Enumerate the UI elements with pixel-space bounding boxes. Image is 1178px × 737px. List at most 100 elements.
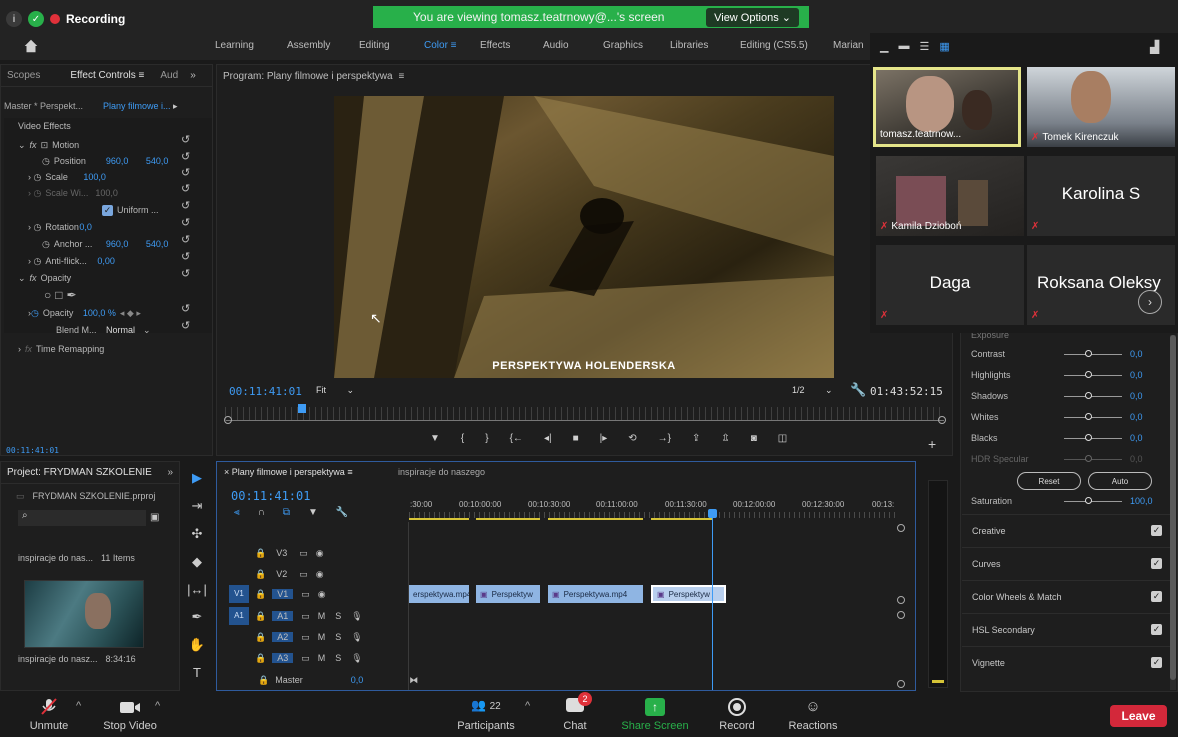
ec-blend-mode-row[interactable]: Blend M... Normal ⌄ <box>56 322 151 338</box>
razor-tool-icon[interactable]: ◆ <box>192 554 202 570</box>
track-v2[interactable]: 🔒 V2 ▭ ◉ <box>255 564 324 584</box>
tab-audio[interactable]: Aud <box>160 70 178 81</box>
track-v1[interactable]: 🔒 V1 ▭ ◉ <box>255 584 326 604</box>
track-a2[interactable]: 🔒 A2 ▭ M S 🎙 <box>255 627 363 647</box>
timeline-playhead[interactable] <box>708 509 717 518</box>
timeline-settings-icon[interactable]: 🔧 <box>336 507 348 518</box>
reactions-button[interactable]: ☺ Reactions <box>785 698 841 732</box>
participants-chevron-icon[interactable]: ^ <box>525 700 530 712</box>
go-to-out-icon[interactable]: →} <box>658 433 671 444</box>
saturation-knob[interactable] <box>1085 497 1092 504</box>
extract-icon[interactable]: ⇫ <box>721 433 729 444</box>
participant-tile[interactable]: ✗ Tomek Kirenczuk <box>1027 67 1175 147</box>
participants-button[interactable]: 👥 22 Participants <box>451 698 521 732</box>
stop-icon[interactable]: ■ <box>573 433 579 444</box>
slip-tool-icon[interactable]: |↔| <box>187 582 207 597</box>
source-v1-patch[interactable]: V1 <box>229 585 249 603</box>
share-screen-button[interactable]: ↑ Share Screen <box>617 698 693 732</box>
snap-icon[interactable]: ∩ <box>258 507 265 518</box>
ec-anchor-row[interactable]: ◷ Anchor ... 960,0 540,0 <box>42 236 168 252</box>
program-ruler[interactable] <box>225 407 943 421</box>
fit-dropdown[interactable]: Fit ⌄ <box>316 385 354 396</box>
home-icon[interactable] <box>22 37 40 55</box>
lumetri-section-hsl-secondary[interactable]: HSL Secondary ✓ <box>962 613 1172 645</box>
auto-button[interactable]: Auto <box>1088 472 1152 490</box>
stop-video-button[interactable]: Stop Video <box>98 698 162 732</box>
highlights-slider[interactable] <box>1064 375 1122 376</box>
contrast-knob[interactable] <box>1085 350 1092 357</box>
track-a1[interactable]: 🔒 A1 ▭ M S 🎙 <box>255 606 363 626</box>
timeline-clip[interactable]: ▣ Perspektyw <box>476 585 540 603</box>
lumetri-section-creative[interactable]: Creative ✓ <box>962 514 1172 546</box>
program-timecode[interactable]: 00:11:41:01 <box>229 385 302 398</box>
saturation-slider[interactable] <box>1064 501 1122 502</box>
compare-icon[interactable]: ◫ <box>778 433 787 444</box>
ec-opacity-header[interactable]: ⌄ fx Opacity <box>18 270 71 286</box>
track-v3[interactable]: 🔒 V3 ▭ ◉ <box>255 543 324 563</box>
loop-icon[interactable]: ⟲ <box>628 433 636 444</box>
workspace-tab-graphics[interactable]: Graphics <box>603 40 643 51</box>
vertical-zoom-handle[interactable] <box>897 524 905 532</box>
step-back-icon[interactable]: ◂| <box>544 433 552 444</box>
lumetri-section-color-wheels[interactable]: Color Wheels & Match ✓ <box>962 580 1172 612</box>
vertical-zoom-handle[interactable] <box>897 611 905 619</box>
reset-button[interactable]: Reset <box>1017 472 1081 490</box>
program-playhead[interactable] <box>298 404 306 413</box>
selection-tool-icon[interactable]: ▶ <box>192 470 202 486</box>
ellipse-mask-icon[interactable]: ○ <box>44 288 51 302</box>
highlights-value[interactable]: 0,0 <box>1130 370 1143 380</box>
uniform-checkbox[interactable]: ✓ <box>102 204 113 216</box>
clip-item[interactable]: inspiracje do nasz... 8:34:16 <box>18 654 136 664</box>
clip-thumbnail[interactable] <box>24 580 144 648</box>
shadows-slider[interactable] <box>1064 396 1122 397</box>
scrub-start-handle[interactable] <box>224 416 232 424</box>
workspace-tab-audio[interactable]: Audio <box>543 40 569 51</box>
participant-tile[interactable]: Karolina S ✗ <box>1027 156 1175 236</box>
hdr-knob[interactable] <box>1085 455 1092 462</box>
timeline-marker-icon[interactable]: ▼ <box>308 507 318 518</box>
project-search-input[interactable]: ⌕ <box>18 510 146 526</box>
timeline-tab-2[interactable]: inspiracje do naszego <box>398 467 485 477</box>
program-video-frame[interactable]: PERSPEKTYWA HOLENDERSKA <box>334 96 834 378</box>
ripple-edit-icon[interactable]: ✣ <box>192 526 203 542</box>
minimize-video-icon[interactable]: ▬ <box>898 40 909 53</box>
ec-motion-row[interactable]: ⌄ fx ⊡ Motion <box>18 137 79 153</box>
audio-options-chevron-icon[interactable]: ^ <box>76 700 81 712</box>
lift-icon[interactable]: ⇪ <box>692 433 700 444</box>
ec-scale-row[interactable]: › ◷ Scale 100,0 <box>28 169 106 185</box>
mark-in-icon[interactable]: { <box>461 433 464 444</box>
hdr-slider[interactable] <box>1064 459 1122 460</box>
ec-anti-flicker-row[interactable]: › ◷ Anti-flick... 0,00 <box>28 253 115 269</box>
timeline-clip-selected[interactable]: ▣ Perspektyw <box>651 585 726 603</box>
source-a1-patch[interactable]: A1 <box>229 607 249 625</box>
participant-tile[interactable]: Daga ✗ <box>876 245 1024 325</box>
ec-clip-label[interactable]: Plany filmowe i... ▸ <box>103 101 178 112</box>
shadows-knob[interactable] <box>1085 392 1092 399</box>
whites-slider[interactable] <box>1064 417 1122 418</box>
timeline-clip[interactable]: erspektywa.mp4 <box>409 585 469 603</box>
ec-timecode[interactable]: 00:11:41:01 <box>6 446 59 455</box>
nest-icon[interactable]: ⫷ <box>234 507 240 518</box>
tab-effect-controls[interactable]: Effect Controls ≡ <box>70 70 144 81</box>
rectangle-mask-icon[interactable]: □ <box>55 288 62 302</box>
participant-tile[interactable]: ✗ Kamila Dzioboń <box>876 156 1024 236</box>
ec-uniform-scale-row[interactable]: ✓ Uniform ... <box>102 202 159 218</box>
vertical-zoom-handle[interactable] <box>897 680 905 688</box>
scrub-end-handle[interactable] <box>938 416 946 424</box>
saturation-value[interactable]: 100,0 <box>1130 496 1153 506</box>
bin-item[interactable]: inspiracje do nas... 11 Items <box>18 553 135 563</box>
camera-icon[interactable]: ◙ <box>751 433 757 444</box>
ec-rotation-row[interactable]: › ◷ Rotation 0,0 <box>28 219 92 235</box>
vertical-zoom-handle[interactable] <box>897 596 905 604</box>
add-button-icon[interactable]: + <box>928 436 936 452</box>
track-master[interactable]: 🔒 Master 0,0 ⧓ <box>258 670 418 690</box>
ec-scale-width-row[interactable]: › ◷ Scale Wi... 100,0 <box>28 185 118 201</box>
view-options-button[interactable]: View Options ⌄ <box>706 7 799 27</box>
workspace-tab-marian[interactable]: Marian <box>833 40 864 51</box>
blacks-knob[interactable] <box>1085 434 1092 441</box>
gallery-grid-icon[interactable]: ▦ <box>939 40 949 53</box>
program-scrubber[interactable] <box>226 420 944 421</box>
info-icon[interactable]: i <box>6 11 22 27</box>
shield-icon[interactable]: ✓ <box>28 11 44 27</box>
timeline-tab-active[interactable]: × Plany filmowe i perspektywa ≡ <box>224 467 353 477</box>
